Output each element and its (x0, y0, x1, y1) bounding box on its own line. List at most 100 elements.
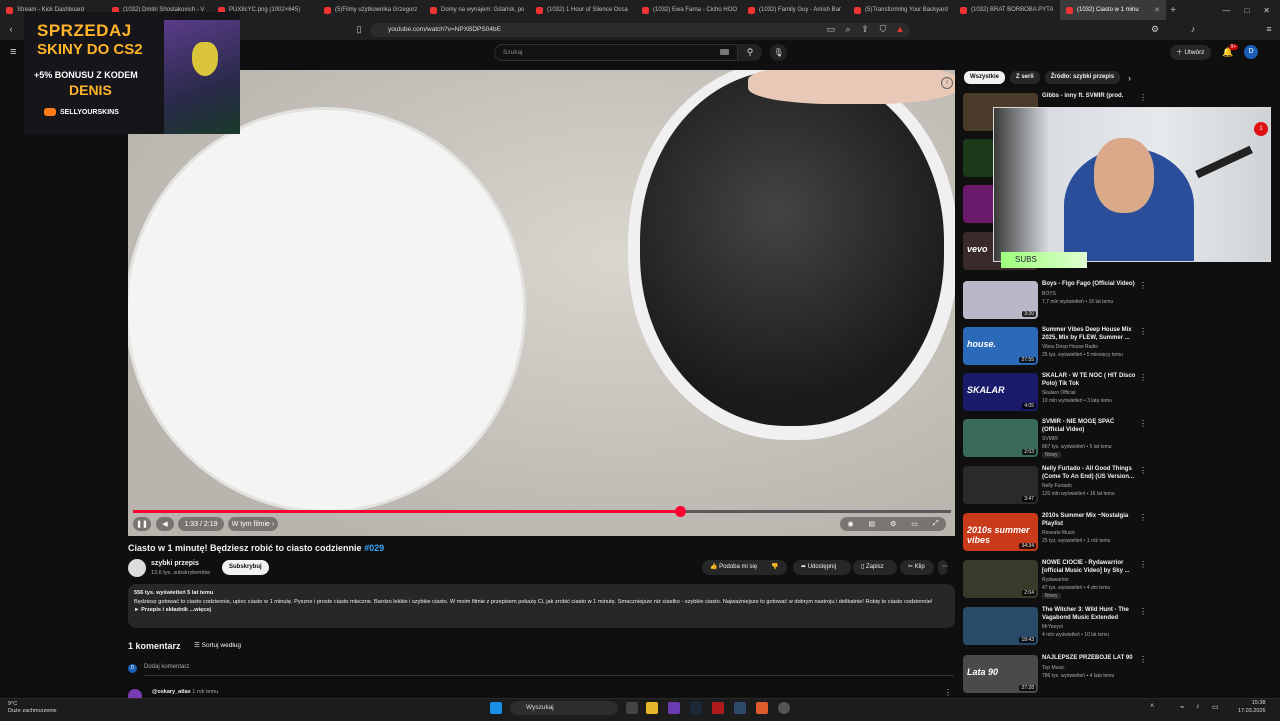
search-input[interactable]: Szukaj (494, 44, 738, 61)
video-hashtag[interactable]: #029 (364, 543, 384, 553)
info-icon[interactable]: i (941, 77, 953, 89)
close-tab-icon[interactable]: ✕ (1154, 6, 1160, 14)
sort-comments-button[interactable]: ☰ Sortuj według (194, 641, 241, 649)
related-video-title[interactable]: Boys - Figo Fago (Official Video) (1042, 281, 1137, 289)
keyboard-icon[interactable] (720, 49, 729, 55)
weather-widget[interactable]: 9°C Duże zachmurzenie (8, 701, 57, 715)
pause-button[interactable]: ❚❚ (133, 517, 151, 531)
steam-icon[interactable] (690, 702, 702, 714)
start-windows-icon[interactable] (490, 702, 502, 714)
comment-more-icon[interactable]: ⋮ (944, 688, 952, 697)
related-video-item[interactable]: 18:43 The Witcher 3: Wild Hunt - The Vaga… (963, 607, 1148, 647)
task-view-icon[interactable] (626, 702, 638, 714)
tray-chevron-icon[interactable]: ˄ (1150, 703, 1154, 710)
filter-chip[interactable]: Źródło: szybki przepis (1044, 71, 1121, 84)
more-options-icon[interactable]: ⋮ (1139, 607, 1147, 616)
terminal-icon[interactable] (734, 702, 746, 714)
app-icon[interactable] (712, 702, 724, 714)
related-video-channel[interactable]: MrYaoyoi (1042, 624, 1063, 630)
related-video-channel[interactable]: SVMIR (1042, 436, 1058, 442)
more-options-icon[interactable]: ⋮ (1139, 513, 1147, 522)
video-player[interactable]: i ❚❚ ◀ 1:33 / 2:19 W tym filmie › ◉ ▤ ⚙ … (128, 70, 955, 536)
zoom-icon[interactable]: ⌕ (843, 24, 853, 34)
video-thumbnail[interactable]: 2:03 (963, 419, 1038, 457)
related-video-item[interactable]: 2010s summer vibes 34:34 2010s Summer Mix … (963, 513, 1148, 553)
settings-gear-icon[interactable]: ⚙ (890, 520, 896, 528)
more-options-icon[interactable]: ⋮ (1139, 93, 1147, 102)
speaker-icon[interactable]: ♪ (1196, 703, 1200, 710)
network-icon[interactable]: ⌁ (1180, 703, 1184, 711)
browser-tab[interactable]: Domy na wynajem: Gdańsk, po (424, 0, 530, 20)
related-video-title[interactable]: NOWE CIOCIE - Rydawarrior [official Musi… (1042, 560, 1137, 575)
chapter-button[interactable]: W tym filmie › (228, 517, 278, 531)
save-button[interactable]: ▯ Zapisz (853, 560, 897, 575)
video-thumbnail[interactable]: 3:47 (963, 466, 1038, 504)
more-options-icon[interactable]: ⋮ (1139, 419, 1147, 428)
file-explorer-icon[interactable] (646, 702, 658, 714)
chevron-right-icon[interactable]: › (1128, 73, 1131, 83)
maximize-icon[interactable]: □ (1244, 6, 1249, 15)
related-video-item[interactable]: Lata 90 27:28 NAJLEPSZE PRZEBOJE LAT 90 Top… (963, 655, 1148, 695)
related-video-title[interactable]: SKALAR - W TE NOC ( HIT Disco Polo) Tik … (1042, 373, 1137, 388)
related-video-channel[interactable]: BOYS (1042, 291, 1056, 297)
fullscreen-icon[interactable]: ⤢ (933, 520, 939, 528)
related-video-item[interactable]: 3:20 Boys - Figo Fago (Official Video) BOY… (963, 281, 1148, 321)
description-box[interactable]: 556 tys. wyświetleń 5 lat temu Będziesz … (128, 584, 955, 628)
bookmark-icon[interactable]: ▯ (354, 24, 364, 34)
video-thumbnail[interactable]: 3:20 (963, 281, 1038, 319)
progress-bar[interactable] (133, 506, 951, 517)
obs-icon[interactable] (778, 702, 790, 714)
brave-browser-icon[interactable] (756, 702, 768, 714)
brave-shield-icon[interactable]: ⛉ (878, 24, 888, 34)
back-icon[interactable]: ‹ (6, 24, 16, 34)
music-icon[interactable]: ♪ (1188, 24, 1198, 34)
system-clock[interactable]: 15:38 17.03.2026 (1238, 700, 1266, 715)
extensions-icon[interactable]: ⚙ (1150, 24, 1160, 34)
video-thumbnail[interactable]: house. 27:55 (963, 327, 1038, 365)
browser-tab[interactable]: (1032) Ewa Farna - Cicho HOO (636, 0, 742, 20)
subtitles-icon[interactable]: ▤ (869, 520, 876, 528)
browser-tab[interactable]: (5)Transforming Your Backyard (848, 0, 954, 20)
voice-search-button[interactable]: 🎙 (770, 44, 787, 61)
mute-button[interactable]: ◀ (156, 517, 174, 531)
close-window-icon[interactable]: ✕ (1263, 6, 1270, 15)
related-video-item[interactable]: 2:03 SVMIR - NIE MOGĘ SPAĆ (Official Vide… (963, 419, 1148, 459)
browser-tab[interactable]: (5)Filmy użytkownika Grzegorz (318, 0, 424, 20)
more-actions-button[interactable]: ⋯ (938, 560, 948, 575)
create-button[interactable]: ＋ Utwórz (1170, 45, 1211, 60)
related-video-channel[interactable]: Roseate Music (1042, 530, 1075, 536)
related-video-channel[interactable]: Top Music (1042, 665, 1065, 671)
related-video-item[interactable]: 3:47 Nelly Furtado - All Good Things (Com… (963, 466, 1148, 506)
browser-tab[interactable]: (1032) Ciasto w 1 minu ✕ (1060, 0, 1166, 20)
clip-button[interactable]: ✂ Klip (900, 560, 934, 575)
share-page-icon[interactable]: ⇪ (860, 24, 870, 34)
add-comment-input[interactable]: Dodaj komentarz (144, 664, 189, 670)
dislike-button[interactable]: 👎 (763, 560, 787, 575)
related-video-item[interactable]: SKALAR 4:05 SKALAR - W TE NOC ( HIT Disco … (963, 373, 1148, 413)
more-options-icon[interactable]: ⋮ (1139, 655, 1147, 664)
related-video-title[interactable]: NAJLEPSZE PRZEBOJE LAT 90 (1042, 655, 1137, 663)
browser-tab[interactable]: (1032) BRAT BORBOBA PYTA (954, 0, 1060, 20)
search-button[interactable]: ⚲ (738, 44, 762, 61)
channel-avatar[interactable] (128, 559, 146, 577)
related-video-channel[interactable]: Nelly Furtado (1042, 483, 1072, 489)
related-video-title[interactable]: SVMIR - NIE MOGĘ SPAĆ (Official Video) (1042, 419, 1137, 434)
minimize-icon[interactable]: — (1222, 6, 1230, 15)
taskbar-search[interactable]: Wyszukaj (510, 701, 618, 715)
browser-tab[interactable]: (1032) Family Guy - Amish Bar (742, 0, 848, 20)
comment-author[interactable]: @oskary_atlax (152, 689, 191, 695)
more-options-icon[interactable]: ⋮ (1139, 281, 1147, 290)
hamburger-menu-icon[interactable]: ≡ (10, 46, 16, 58)
channel-name[interactable]: szybki przepis (151, 560, 199, 567)
video-thumbnail[interactable]: 2010s summer vibes 34:34 (963, 513, 1038, 551)
cast-icon[interactable]: ▭ (826, 24, 836, 34)
video-thumbnail[interactable]: Lata 90 27:28 (963, 655, 1038, 693)
subscribe-button[interactable]: Subskrybuj (222, 560, 269, 575)
video-thumbnail[interactable]: SKALAR 4:05 (963, 373, 1038, 411)
share-button[interactable]: ➦ Udostępnij (793, 560, 851, 575)
related-video-title[interactable]: Gibbs - inny ft. SVMIR (prod. (1042, 93, 1137, 101)
more-options-icon[interactable]: ⋮ (1139, 560, 1147, 569)
video-thumbnail[interactable]: 18:43 (963, 607, 1038, 645)
theater-mode-icon[interactable]: ▭ (911, 520, 918, 528)
related-video-channel[interactable]: Rydawarrior (1042, 577, 1069, 583)
